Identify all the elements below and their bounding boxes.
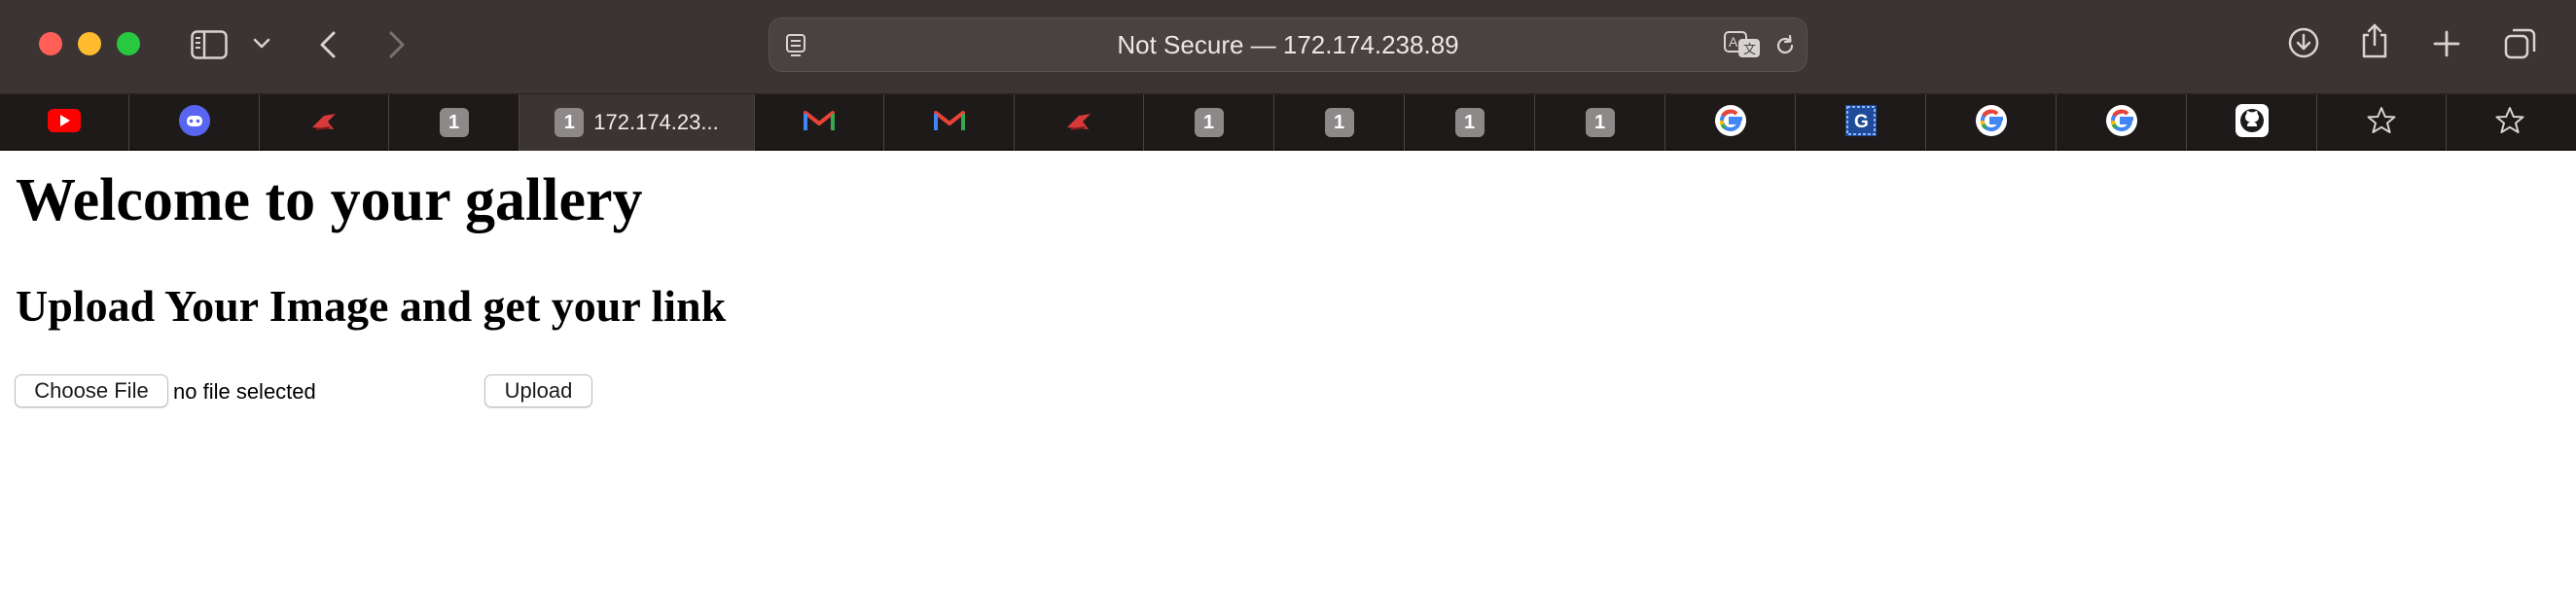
tab-overview-icon[interactable] xyxy=(2502,25,2539,62)
tab-google-2[interactable] xyxy=(1926,94,2057,151)
tab-title: 172.174.23... xyxy=(593,110,719,134)
gmail-icon xyxy=(933,109,965,137)
choose-file-button[interactable]: Choose File xyxy=(15,374,168,407)
address-text[interactable]: Not Secure — 172.174.238.89 xyxy=(769,18,1807,71)
number-badge-icon: 1 xyxy=(1324,108,1354,137)
youtube-icon xyxy=(48,108,81,137)
tab-red-bird[interactable] xyxy=(260,94,389,151)
page-title: Welcome to your gallery xyxy=(16,167,643,233)
back-icon[interactable] xyxy=(313,27,342,62)
downloads-icon[interactable] xyxy=(2286,25,2321,60)
star-icon xyxy=(2495,106,2524,140)
gmail-icon xyxy=(804,109,835,137)
tab-github[interactable] xyxy=(2187,94,2317,151)
sidebar-toggle-icon[interactable] xyxy=(190,27,229,62)
tab-google-3[interactable] xyxy=(2057,94,2187,151)
tab-numbered-2[interactable]: 1 xyxy=(1144,94,1274,151)
new-tab-icon[interactable] xyxy=(2430,27,2463,60)
tab-numbered-3[interactable]: 1 xyxy=(1274,94,1405,151)
red-bird-icon xyxy=(1063,108,1094,138)
google-icon xyxy=(2105,104,2137,141)
number-badge-icon: 1 xyxy=(1585,108,1615,137)
page-content: Welcome to your gallery Upload Your Imag… xyxy=(0,151,2576,601)
translate-icon[interactable]: A 文 xyxy=(1723,30,1762,59)
google-icon xyxy=(1975,104,2007,141)
tab-blue-g[interactable]: G xyxy=(1796,94,1926,151)
red-bird-icon xyxy=(308,108,340,138)
address-bar[interactable]: Not Secure — 172.174.238.89 A 文 xyxy=(769,18,1807,72)
star-icon xyxy=(2367,106,2396,140)
share-icon[interactable] xyxy=(2358,21,2391,60)
number-badge-icon: 1 xyxy=(555,108,585,137)
tab-bookmark-star[interactable] xyxy=(2317,94,2447,151)
svg-text:G: G xyxy=(1854,112,1869,132)
browser-toolbar: Not Secure — 172.174.238.89 A 文 xyxy=(0,0,2576,94)
minimize-window-button[interactable] xyxy=(78,32,101,55)
zoom-window-button[interactable] xyxy=(117,32,140,55)
tab-google[interactable] xyxy=(1665,94,1796,151)
page-subtitle: Upload Your Image and get your link xyxy=(16,281,727,331)
number-badge-icon: 1 xyxy=(1194,108,1224,137)
tab-numbered-5[interactable]: 1 xyxy=(1535,94,1665,151)
tab-youtube[interactable] xyxy=(0,94,129,151)
discord-icon xyxy=(178,104,210,141)
tab-active-172[interactable]: 1 172.174.23... xyxy=(519,94,755,151)
tab-gmail-2[interactable] xyxy=(884,94,1015,151)
tab-discord[interactable] xyxy=(129,94,260,151)
tab-bookmark-star-2[interactable] xyxy=(2447,94,2573,151)
reload-icon[interactable] xyxy=(1771,32,1799,59)
tab-numbered-1[interactable]: 1 xyxy=(389,94,519,151)
svg-text:文: 文 xyxy=(1743,42,1756,56)
svg-text:A: A xyxy=(1729,34,1738,50)
number-badge-icon: 1 xyxy=(439,108,469,137)
google-icon xyxy=(1714,104,1746,141)
file-status-text: no file selected xyxy=(173,379,316,404)
tab-numbered-4[interactable]: 1 xyxy=(1405,94,1535,151)
number-badge-icon: 1 xyxy=(1454,108,1485,137)
tab-bar: 1 1 172.174.23... 1 1 1 1 G xyxy=(0,94,2576,151)
tab-gmail[interactable] xyxy=(755,94,884,151)
chevron-down-icon[interactable] xyxy=(251,33,272,54)
forward-icon[interactable] xyxy=(382,27,411,62)
github-icon xyxy=(2235,103,2269,142)
upload-button[interactable]: Upload xyxy=(484,374,592,407)
close-window-button[interactable] xyxy=(39,32,62,55)
tab-red-bird-2[interactable] xyxy=(1015,94,1144,151)
blue-square-g-icon: G xyxy=(1844,104,1877,141)
